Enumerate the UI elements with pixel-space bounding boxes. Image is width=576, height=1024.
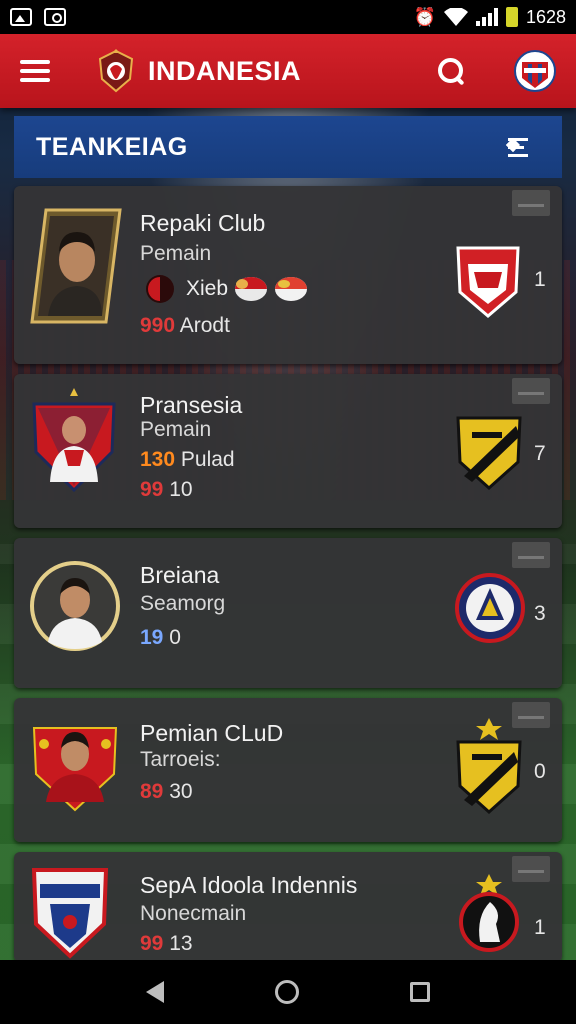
club-shield-icon <box>31 868 109 959</box>
stat-label: 30 <box>169 780 193 803</box>
player-tags: Xieb <box>140 274 308 304</box>
player-stat: 99 13 <box>140 932 193 956</box>
wifi-icon <box>443 8 468 26</box>
player-photo <box>32 388 116 493</box>
player-photo <box>30 208 122 324</box>
tag-value: 130 <box>140 448 176 471</box>
garuda-logo-icon <box>98 49 134 93</box>
club-crest-icon <box>456 246 520 318</box>
player-name: Pransesia <box>140 392 243 418</box>
search-icon[interactable] <box>436 56 466 86</box>
club-crest-icon <box>459 874 519 952</box>
clock: 1628 <box>525 6 566 27</box>
player-card[interactable]: SepA Idoola Indennis Nonecmain 99 13 1 <box>14 852 562 962</box>
player-rank: 1 <box>534 268 546 291</box>
player-tag-label: Xieb <box>186 277 229 300</box>
stat-label: 0 <box>169 626 181 649</box>
player-name: Repaki Club <box>140 210 266 236</box>
player-rank: 7 <box>534 442 546 465</box>
image-icon <box>10 8 32 26</box>
player-role: Pemain <box>140 418 212 441</box>
home-icon[interactable] <box>274 980 299 1004</box>
player-role: Seamorg <box>140 592 226 615</box>
camera-icon <box>44 8 66 26</box>
back-icon[interactable] <box>145 981 164 1003</box>
club-crest-icon <box>456 416 522 491</box>
player-photo <box>32 727 118 812</box>
card-menu-icon[interactable] <box>512 378 550 404</box>
player-name: Breiana <box>140 562 220 588</box>
signal-icon <box>475 8 498 26</box>
player-card[interactable]: Pransesia Pemain 130 Pulad 99 10 7 <box>14 374 562 528</box>
jersey-icon <box>146 275 174 303</box>
stat-value: 89 <box>140 780 164 803</box>
recent-apps-icon[interactable] <box>410 982 431 1002</box>
club-crest-icon <box>456 718 522 814</box>
player-rank: 3 <box>534 602 546 625</box>
stat-value: 99 <box>140 932 164 955</box>
system-nav-bar <box>0 960 576 1024</box>
stat-value: 990 <box>140 314 176 337</box>
player-card[interactable]: Breiana Seamorg 19 0 3 <box>14 538 562 688</box>
status-bar: ⏰ 1628 <box>0 0 576 34</box>
section-title: TEANKEIAG <box>36 132 188 161</box>
player-tags: 130 Pulad <box>140 448 235 472</box>
club-crest-icon <box>455 573 525 643</box>
player-name: Pemian CLuD <box>140 720 284 746</box>
stat-label: 13 <box>169 932 193 955</box>
stat-label: Arodt <box>179 314 230 337</box>
player-stat: 99 10 <box>140 478 193 502</box>
section-header: TEANKEIAG <box>14 116 562 178</box>
hamburger-icon[interactable] <box>20 60 50 82</box>
alarm-icon: ⏰ <box>413 6 436 27</box>
card-menu-icon[interactable] <box>512 190 550 216</box>
player-role: Pemain <box>140 242 212 265</box>
player-rank: 0 <box>534 760 546 783</box>
tag-label: Pulad <box>180 448 235 471</box>
player-name: SepA Idoola Indennis <box>140 872 358 898</box>
player-role: Nonecmain <box>140 902 247 925</box>
flag-badge-icon <box>235 277 268 301</box>
player-card[interactable]: Pemian CLuD Tarroeis: 89 30 0 <box>14 698 562 842</box>
flag-badge-icon <box>275 277 308 301</box>
sort-collapse-icon[interactable] <box>505 136 540 158</box>
battery-icon <box>505 7 518 27</box>
player-role: Tarroeis: <box>140 748 221 771</box>
player-list: Repaki Club Pemain Xieb 990 Arodt 1 Pran… <box>14 186 562 972</box>
player-card[interactable]: Repaki Club Pemain Xieb 990 Arodt 1 <box>14 186 562 364</box>
app-bar: INDANESIA <box>0 34 576 108</box>
player-stat: 990 Arodt <box>140 314 230 338</box>
player-stat: 89 30 <box>140 780 193 804</box>
app-title: INDANESIA <box>148 55 302 86</box>
player-stat: 19 0 <box>140 626 181 650</box>
stat-label: 10 <box>169 478 193 501</box>
player-rank: 1 <box>534 916 546 939</box>
profile-avatar[interactable] <box>514 50 556 92</box>
player-photo <box>30 561 120 651</box>
stat-value: 19 <box>140 626 164 649</box>
stat-value: 99 <box>140 478 164 501</box>
card-menu-icon[interactable] <box>512 542 550 568</box>
